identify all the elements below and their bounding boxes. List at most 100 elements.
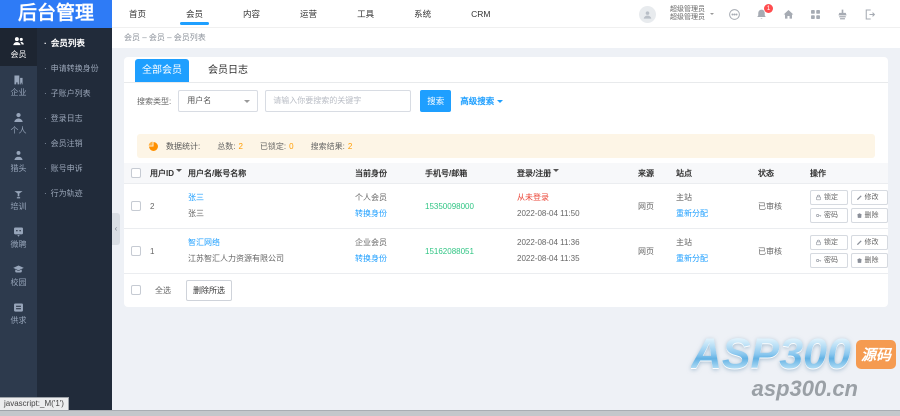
- delete-button[interactable]: 删除: [851, 253, 889, 268]
- watermark-domain: asp300.cn: [691, 376, 858, 402]
- submenu-account-appeal[interactable]: 账号申诉: [37, 156, 112, 181]
- stats-result-value: 2: [348, 142, 352, 151]
- message-icon[interactable]: [728, 8, 741, 21]
- convert-identity-link[interactable]: 转换身份: [355, 206, 423, 222]
- stats-result-label: 搜索结果:: [311, 141, 345, 152]
- notification-icon[interactable]: 1: [755, 8, 768, 21]
- convert-identity-link[interactable]: 转换身份: [355, 251, 423, 267]
- sidebar-collapse-handle[interactable]: ‹: [112, 213, 120, 245]
- tab-all-members[interactable]: 全部会员: [135, 59, 189, 82]
- nav-crm[interactable]: CRM: [451, 0, 510, 28]
- search-button[interactable]: 搜索: [420, 90, 451, 112]
- table-header: 用户ID 用户名/账号名称 当前身份 手机号/邮箱 登录/注册 来源 站点 状态…: [124, 163, 888, 183]
- col-phone: 手机号/邮箱: [423, 168, 515, 179]
- delete-button[interactable]: 删除: [851, 208, 889, 223]
- submenu-member-cancel[interactable]: 会员注销: [37, 131, 112, 156]
- sidebar-module-supply-demand[interactable]: 供求: [0, 294, 37, 332]
- source-text: 网页: [636, 201, 674, 212]
- breadcrumb: 会员 – 会员 – 会员列表: [112, 28, 900, 48]
- clear-cache-icon[interactable]: [836, 8, 849, 21]
- sidebar-module-company[interactable]: 企业: [0, 66, 37, 104]
- user-name-link[interactable]: 智汇网络: [188, 235, 353, 251]
- identity-text: 企业会员: [355, 235, 423, 251]
- lock-icon: [815, 194, 822, 201]
- users-icon: [12, 35, 25, 48]
- nav-member[interactable]: 会员: [166, 0, 223, 28]
- nav-operation[interactable]: 运营: [280, 0, 337, 28]
- password-button[interactable]: 密码: [810, 253, 848, 268]
- bottom-scrollbar[interactable]: [0, 410, 900, 416]
- sidebar-module-campus[interactable]: 校园: [0, 256, 37, 294]
- nav-home[interactable]: 首页: [109, 0, 166, 28]
- nav-content[interactable]: 内容: [223, 0, 280, 28]
- phone-number: 15350098000: [425, 202, 474, 211]
- submenu-identity-convert[interactable]: 申请转换身份: [37, 56, 112, 81]
- submenu-subaccount-list[interactable]: 子账户列表: [37, 81, 112, 106]
- watermark-badge: 源码: [856, 340, 896, 369]
- account-name: 江苏智汇人力资源有限公司: [188, 251, 353, 267]
- stats-bar: 数据统计: 总数:2 已锁定:0 搜索结果:2: [137, 134, 875, 158]
- sidebar-module-headhunter[interactable]: 猎头: [0, 142, 37, 180]
- user-icon: [12, 111, 25, 124]
- col-identity: 当前身份: [353, 168, 423, 179]
- edit-icon: [856, 194, 863, 201]
- last-login: 从未登录: [517, 190, 636, 206]
- logout-icon[interactable]: [863, 8, 876, 21]
- submenu-member-list[interactable]: 会员列表: [37, 31, 112, 56]
- tab-member-log[interactable]: 会员日志: [201, 59, 255, 82]
- home-icon[interactable]: [782, 8, 795, 21]
- sidebar-module-member[interactable]: 会员: [0, 28, 37, 66]
- sidebar-modules: 会员 企业 个人 猎头 培训 微聘 校园 供求: [0, 28, 37, 410]
- submenu-login-log[interactable]: 登录日志: [37, 106, 112, 131]
- user-name[interactable]: 超级管理员 超级管理员: [670, 6, 705, 22]
- col-name: 用户名/账号名称: [186, 168, 353, 179]
- edit-button[interactable]: 修改: [851, 190, 889, 205]
- col-user-id[interactable]: 用户ID: [148, 168, 186, 179]
- status-text: 已审核: [756, 246, 808, 257]
- site-text: 主站: [676, 190, 756, 206]
- chat-box-icon: [12, 225, 25, 238]
- stats-title: 数据统计:: [166, 141, 200, 152]
- nav-system[interactable]: 系统: [394, 0, 451, 28]
- col-actions: 操作: [808, 168, 888, 179]
- col-login[interactable]: 登录/注册: [515, 168, 636, 179]
- supply-demand-icon: [12, 301, 25, 314]
- password-button[interactable]: 密码: [810, 208, 848, 223]
- apps-grid-icon[interactable]: [809, 8, 822, 21]
- user-name-link[interactable]: 张三: [188, 190, 353, 206]
- submenu-behavior-track[interactable]: 行为轨迹: [37, 181, 112, 206]
- search-input[interactable]: 请输入你要搜索的关键字: [265, 90, 411, 112]
- edit-button[interactable]: 修改: [851, 235, 889, 250]
- member-table: 用户ID 用户名/账号名称 当前身份 手机号/邮箱 登录/注册 来源 站点 状态…: [124, 163, 888, 306]
- search-type-select[interactable]: 用户名: [178, 90, 258, 112]
- avatar[interactable]: [639, 6, 656, 23]
- sidebar-module-personal[interactable]: 个人: [0, 104, 37, 142]
- row-checkbox[interactable]: [131, 246, 141, 256]
- reassign-link[interactable]: 重新分配: [676, 251, 756, 267]
- search-row: 搜索类型: 用户名 请输入你要搜索的关键字 搜索 高级搜索: [137, 90, 875, 112]
- table-row: 2 张三 张三 个人会员 转换身份 15350098000 从未登录 2022-…: [124, 183, 888, 228]
- reassign-link[interactable]: 重新分配: [676, 206, 756, 222]
- nav-tools[interactable]: 工具: [337, 0, 394, 28]
- header-checkbox[interactable]: [131, 168, 141, 178]
- notification-badge: 1: [764, 4, 773, 13]
- sidebar-module-training[interactable]: 培训: [0, 180, 37, 218]
- key-icon: [815, 212, 822, 219]
- delete-selected-button[interactable]: 删除所选: [186, 280, 232, 301]
- row-checkbox[interactable]: [131, 201, 141, 211]
- source-text: 网页: [636, 246, 674, 257]
- lock-button[interactable]: 锁定: [810, 235, 848, 250]
- login-time: 2022-08-04 11:36: [517, 235, 636, 251]
- edit-icon: [856, 239, 863, 246]
- content-panel: 全部会员 会员日志 搜索类型: 用户名 请输入你要搜索的关键字 搜索 高级搜索 …: [124, 57, 888, 307]
- advanced-search-link[interactable]: 高级搜索: [460, 95, 503, 107]
- status-tooltip: javascript:_M('1'): [0, 397, 69, 411]
- select-all-checkbox[interactable]: [131, 285, 141, 295]
- lock-button[interactable]: 锁定: [810, 190, 848, 205]
- sidebar-module-wechat-hire[interactable]: 微聘: [0, 218, 37, 256]
- graduation-cap-icon: [12, 263, 25, 276]
- training-icon: [12, 187, 25, 200]
- account-name: 张三: [188, 206, 353, 222]
- watermark: ASP300 源码 asp300.cn: [691, 335, 898, 402]
- cell-user-id: 1: [148, 247, 186, 256]
